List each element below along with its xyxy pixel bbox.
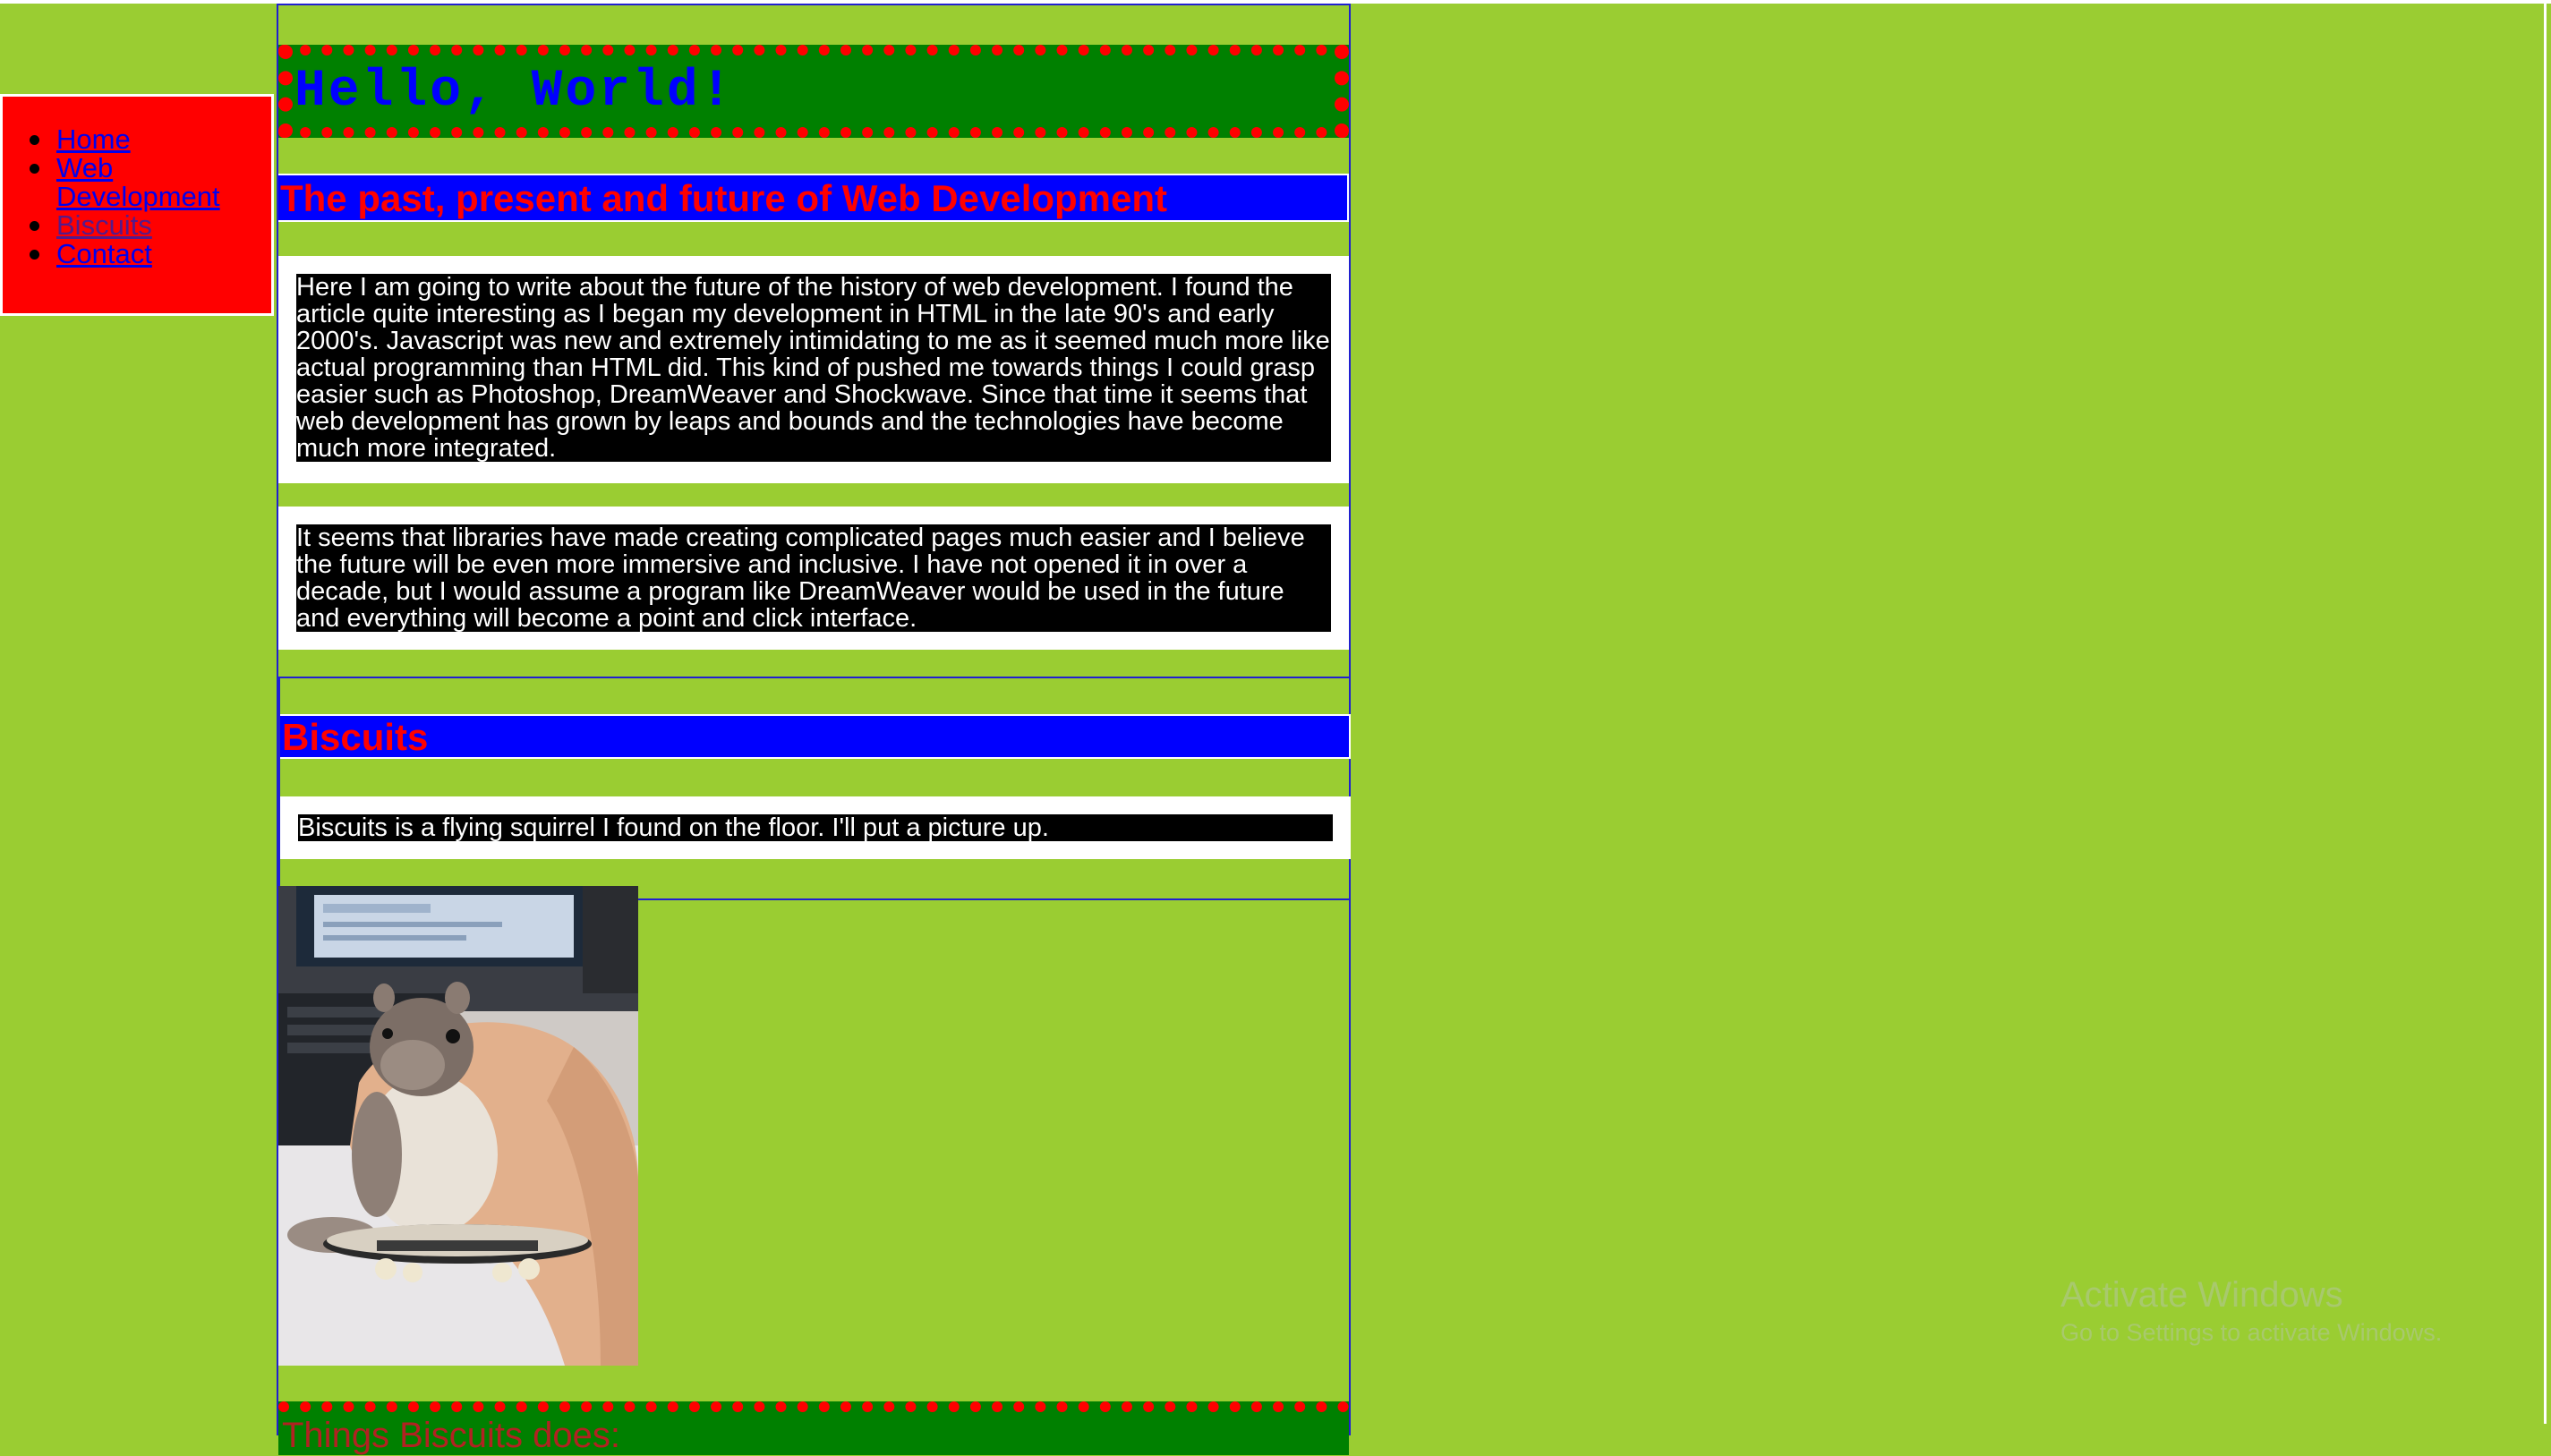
nav-link-home[interactable]: Home xyxy=(56,123,131,155)
web-dev-paragraph-1: Here I am going to write about the futur… xyxy=(296,273,1331,463)
nav-item-biscuits: Biscuits xyxy=(30,209,262,241)
web-dev-card-2: It seems that libraries have made creati… xyxy=(278,507,1349,650)
things-heading: Things Biscuits does: xyxy=(282,1416,620,1455)
biscuits-paragraph: Biscuits is a flying squirrel I found on… xyxy=(298,814,1333,841)
page-title: Hello, World! xyxy=(294,63,735,121)
title-banner: Hello, World! xyxy=(278,45,1349,138)
biscuits-card: Biscuits is a flying squirrel I found on… xyxy=(280,796,1351,859)
web-dev-heading-bar: The past, present and future of Web Deve… xyxy=(278,174,1349,222)
window-right-edge xyxy=(2544,0,2547,1424)
biscuits-section: Biscuits Biscuits is a flying squirrel I… xyxy=(278,677,1351,900)
web-dev-paragraph-2: It seems that libraries have made creati… xyxy=(296,524,1331,632)
nav-item-contact: Contact xyxy=(30,238,262,269)
nav-list: Home Web Development Biscuits Contact xyxy=(30,123,262,269)
nav-link-biscuits[interactable]: Biscuits xyxy=(56,209,152,241)
nav-link-web-development[interactable]: Web Development xyxy=(56,152,220,212)
web-dev-card-1: Here I am going to write about the futur… xyxy=(278,256,1349,483)
biscuits-heading: Biscuits xyxy=(282,716,429,758)
flying-squirrel-on-skateboard-photo-icon xyxy=(278,886,638,1366)
nav-link-contact[interactable]: Contact xyxy=(56,238,152,269)
side-navigation: Home Web Development Biscuits Contact xyxy=(0,94,274,316)
windows-activation-watermark: Activate Windows Go to Settings to activ… xyxy=(2060,1273,2442,1349)
main-column: Hello, World! The past, present and futu… xyxy=(277,4,1351,1455)
nav-item-home: Home xyxy=(30,123,262,155)
web-dev-heading: The past, present and future of Web Deve… xyxy=(280,177,1168,219)
watermark-title: Activate Windows xyxy=(2060,1275,2343,1315)
flying-squirrel-photo xyxy=(278,886,638,1366)
biscuits-heading-bar: Biscuits xyxy=(280,714,1351,759)
nav-item-web-development: Web Development xyxy=(30,152,262,212)
watermark-subtitle: Go to Settings to activate Windows. xyxy=(2060,1319,2443,1346)
things-banner: Things Biscuits does: xyxy=(278,1401,1349,1455)
